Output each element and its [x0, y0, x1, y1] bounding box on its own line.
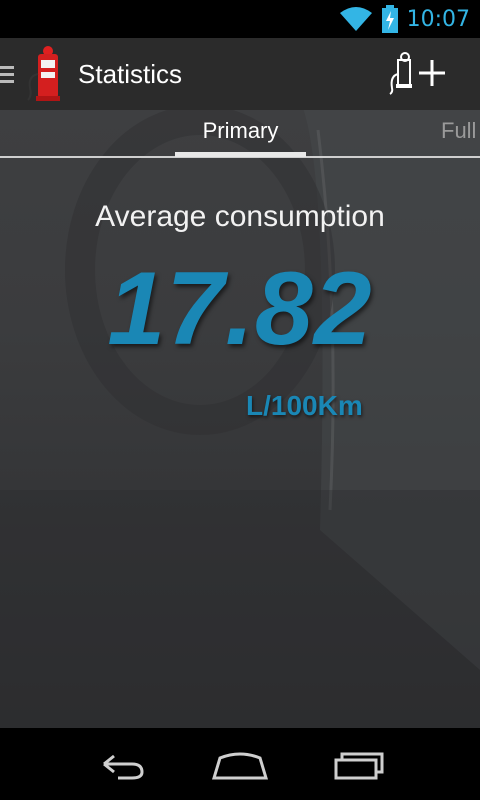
average-consumption-label: Average consumption	[95, 200, 385, 233]
action-bar: Statistics	[0, 38, 480, 110]
tab-bar: Primary Full	[0, 110, 480, 158]
wifi-icon	[339, 7, 372, 31]
status-bar: 10:07	[0, 0, 480, 38]
recents-icon[interactable]	[330, 744, 390, 784]
back-icon[interactable]	[90, 744, 150, 784]
tab-primary[interactable]: Primary	[175, 118, 306, 144]
tab-full[interactable]: Full	[441, 118, 476, 144]
home-icon[interactable]	[210, 744, 270, 784]
statistics-panel: Primary Full Average consumption 17.82 L…	[0, 110, 480, 728]
drawer-icon[interactable]	[0, 65, 18, 83]
consumption-unit: L/100Km	[246, 390, 363, 421]
status-time: 10:07	[406, 6, 470, 32]
battery-charging-icon	[381, 5, 398, 33]
page-title: Statistics	[78, 58, 183, 89]
average-consumption-value: 17.82	[107, 251, 373, 367]
navigation-bar	[0, 728, 480, 800]
add-refuel-icon[interactable]	[388, 52, 452, 96]
fuel-pump-icon[interactable]	[24, 44, 68, 104]
tab-selected-indicator	[175, 152, 306, 157]
